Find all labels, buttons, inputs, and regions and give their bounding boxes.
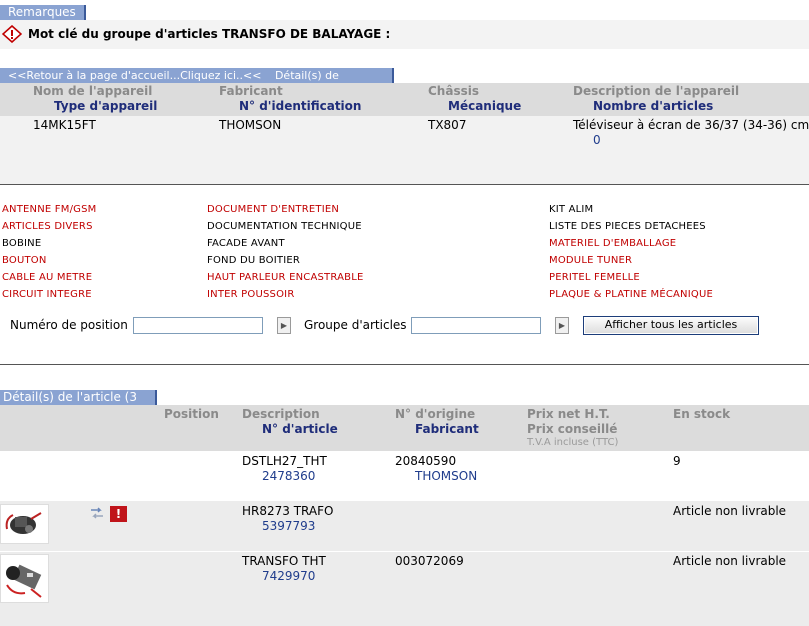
- alert-icon[interactable]: !: [110, 506, 127, 522]
- header-device-mechanics: Mécanique: [448, 99, 522, 113]
- article-stock: Article non livrable: [673, 554, 787, 568]
- category-link[interactable]: BOBINE: [2, 238, 41, 249]
- header-origin-number: N° d'origine: [395, 407, 476, 421]
- article-group-label: Groupe d'articles: [304, 318, 407, 332]
- category-link[interactable]: DOCUMENT D'ENTRETIEN: [207, 204, 339, 215]
- header-stock: En stock: [673, 407, 731, 421]
- header-manufacturer: Fabricant: [415, 422, 479, 436]
- header-device-id: N° d'identification: [239, 99, 362, 113]
- header-device-type: Type d'appareil: [54, 99, 158, 113]
- warning-icon: [1, 24, 23, 44]
- header-position: Position: [164, 407, 219, 421]
- category-link[interactable]: HAUT PARLEUR ENCASTRABLE: [207, 272, 364, 283]
- category-link[interactable]: FOND DU BOITIER: [207, 255, 300, 266]
- category-link[interactable]: MATERIEL D'EMBALLAGE: [549, 238, 676, 249]
- position-go-button[interactable]: ▶: [277, 317, 291, 334]
- article-stock: Article non livrable: [673, 504, 787, 518]
- category-link[interactable]: FACADE AVANT: [207, 238, 285, 249]
- category-link[interactable]: LISTE DES PIECES DETACHEES: [549, 221, 706, 232]
- articles-tab: Détail(s) de l'article (3 total): [0, 390, 157, 419]
- position-number-input[interactable]: [133, 317, 263, 334]
- category-link[interactable]: BOUTON: [2, 255, 47, 266]
- article-number[interactable]: 7429970: [262, 569, 315, 583]
- divider: [0, 364, 809, 365]
- header-device-description: Description de l'appareil: [573, 84, 740, 98]
- article-description: TRANSFO THT: [242, 554, 326, 568]
- header-description: Description: [242, 407, 320, 421]
- header-vat-note: T.V.A incluse (TTC): [527, 437, 619, 448]
- category-link[interactable]: ARTICLES DIVERS: [2, 221, 93, 232]
- divider: [0, 184, 809, 185]
- remarks-tab: Remarques: [0, 5, 86, 20]
- article-origin-number: 20840590: [395, 454, 457, 468]
- article-stock: 9: [673, 454, 681, 468]
- device-description-value: Téléviseur à écran de 36/37 (34-36) cm: [573, 118, 809, 132]
- category-link[interactable]: CIRCUIT INTEGRE: [2, 289, 92, 300]
- swap-arrows-icon[interactable]: [89, 506, 105, 520]
- category-link[interactable]: CABLE AU METRE: [2, 272, 92, 283]
- remarks-message: Mot clé du groupe d'articles TRANSFO DE …: [28, 27, 391, 41]
- position-number-label: Numéro de position: [10, 318, 128, 332]
- header-advised-price: Prix conseillé: [527, 422, 618, 436]
- header-article-count: Nombre d'articles: [593, 99, 714, 113]
- divider: [0, 551, 809, 552]
- category-link[interactable]: KIT ALIM: [549, 204, 593, 215]
- device-chassis-value: TX807: [428, 118, 467, 132]
- device-article-count-value: 0: [593, 133, 601, 147]
- show-all-articles-button[interactable]: Afficher tous les articles: [583, 316, 759, 335]
- category-link[interactable]: PLAQUE & PLATINE MÉCANIQUE: [549, 289, 713, 300]
- category-link[interactable]: PERITEL FEMELLE: [549, 272, 640, 283]
- category-link[interactable]: ANTENNE FM/GSM: [2, 204, 96, 215]
- category-link[interactable]: INTER POUSSOIR: [207, 289, 294, 300]
- article-description: HR8273 TRAFO: [242, 504, 334, 518]
- article-number[interactable]: 5397793: [262, 519, 315, 533]
- category-link[interactable]: MODULE TUNER: [549, 255, 632, 266]
- article-group-input[interactable]: [411, 317, 541, 334]
- article-origin-number: 003072069: [395, 554, 464, 568]
- device-manufacturer-value: THOMSON: [219, 118, 282, 132]
- article-image[interactable]: [0, 554, 49, 603]
- article-number[interactable]: 2478360: [262, 469, 315, 483]
- article-description: DSTLH27_THT: [242, 454, 327, 468]
- article-image[interactable]: [0, 504, 49, 544]
- category-link[interactable]: DOCUMENTATION TECHNIQUE: [207, 221, 362, 232]
- back-to-home-link[interactable]: <<Retour à la page d'accueil...Cliquez i…: [8, 69, 261, 82]
- header-article-number: N° d'article: [262, 422, 338, 436]
- header-device-manufacturer: Fabricant: [219, 84, 283, 98]
- article-manufacturer: THOMSON: [415, 469, 478, 483]
- header-device-chassis: Châssis: [428, 84, 479, 98]
- article-group-go-button[interactable]: ▶: [555, 317, 569, 334]
- header-device-name: Nom de l'appareil: [33, 84, 153, 98]
- header-net-price: Prix net H.T.: [527, 407, 610, 421]
- device-tab-bar: <<Retour à la page d'accueil...Cliquez i…: [0, 68, 394, 97]
- device-name-value: 14MK15FT: [33, 118, 96, 132]
